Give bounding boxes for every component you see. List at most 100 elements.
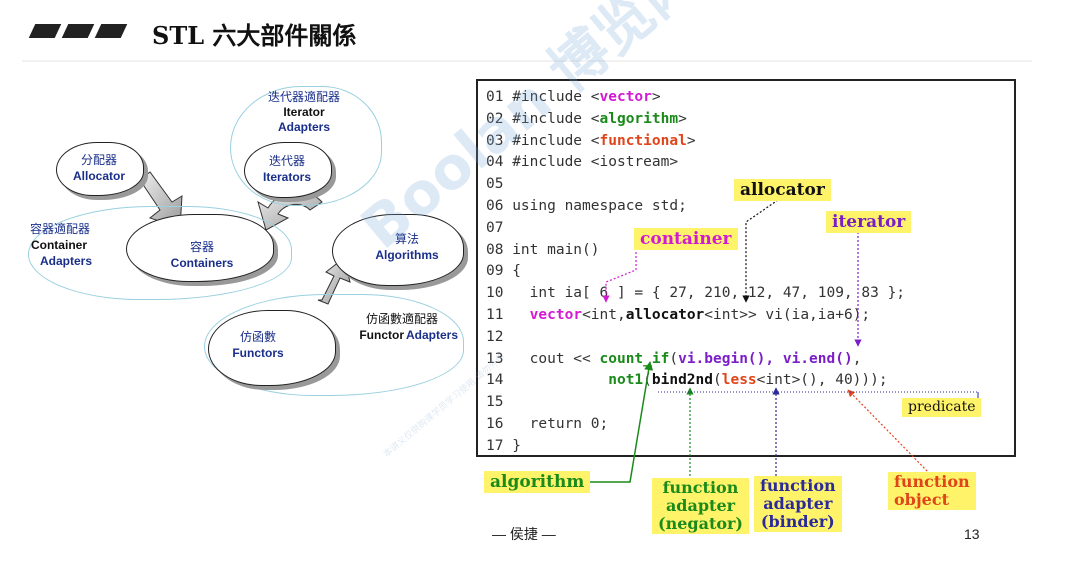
- code-line: 07: [486, 220, 512, 236]
- iterators-en: Iterators: [262, 170, 312, 184]
- code-token: #include <iostream>: [512, 154, 679, 171]
- iterators-zh: 迭代器: [268, 154, 305, 168]
- container-adapters-zh: 容器適配器: [29, 222, 90, 236]
- code-token: int ia[ 6 ] = { 27, 210, 12, 47, 109, 83…: [512, 285, 906, 302]
- line-number: 04: [486, 154, 513, 171]
- code-line: 15: [486, 394, 512, 410]
- containers-zh: 容器: [189, 240, 214, 254]
- algorithms-zh: 算法: [394, 232, 419, 246]
- line-number: 03: [486, 132, 513, 149]
- functors-en: Functors: [232, 346, 284, 360]
- code-token: }: [512, 437, 521, 454]
- code-token: <int>(), 40)));: [756, 372, 888, 389]
- algorithm-annotation: algorithm: [484, 471, 591, 493]
- line-number: 10: [486, 285, 513, 302]
- page-number: 13: [964, 526, 980, 542]
- code-listing: 01 #include <vector> 02 #include <algori…: [486, 87, 905, 458]
- line-number: 11: [486, 306, 513, 323]
- allocator-zh: 分配器: [80, 153, 117, 167]
- line-number: 05: [486, 176, 513, 193]
- code-token: >: [678, 110, 687, 127]
- code-line: 13 cout << count_if(vi.begin(), vi.end()…: [486, 351, 861, 367]
- line-number: 13: [486, 350, 513, 367]
- code-line: 03 #include <functional>: [486, 133, 696, 149]
- binder-annotation: function adapter (binder): [754, 476, 842, 532]
- code-token: functional: [599, 132, 687, 149]
- page-title: STL 六大部件關係: [152, 21, 357, 50]
- title-decoration: [28, 24, 128, 38]
- code-token: not1: [608, 372, 644, 389]
- line-number: 09: [486, 263, 513, 280]
- stl-components-diagram: 迭代器適配器 Iterator Adapters 迭代器 Iterators 分…: [22, 78, 472, 398]
- code-token: ,: [852, 350, 862, 367]
- code-line: 11 vector<int,allocator<int>> vi(ia,ia+6…: [486, 307, 870, 323]
- code-token: vi.begin(), vi.end(): [678, 350, 853, 367]
- code-token: vector: [599, 89, 652, 105]
- functor-adapters-zh: 仿函數適配器: [365, 312, 438, 326]
- code-line: 08 int main(): [486, 242, 600, 258]
- line-number: 15: [486, 394, 513, 411]
- code-line: 04 #include <iostream>: [486, 154, 678, 170]
- code-line: 16 return 0;: [486, 416, 608, 432]
- code-token: >: [686, 132, 696, 149]
- code-token: cout <<: [512, 350, 600, 367]
- line-number: 06: [486, 197, 513, 214]
- line-number: 07: [486, 219, 513, 236]
- code-line: 01 #include <vector>: [486, 89, 661, 105]
- code-line: 14 not1(bind2nd(less<int>(), 40)));: [486, 372, 888, 388]
- author-footer: — 侯捷 —: [492, 526, 556, 542]
- negator-annotation: function adapter (negator): [652, 478, 749, 534]
- code-token: count_if: [599, 350, 670, 367]
- iterator-adapters-zh: 迭代器適配器: [267, 90, 340, 104]
- code-token: int main(): [512, 241, 600, 258]
- line-number: 12: [486, 328, 513, 345]
- code-token: #include <: [512, 132, 600, 149]
- code-token: (: [643, 372, 652, 389]
- code-token: #include <: [512, 110, 600, 127]
- code-token: return 0;: [512, 415, 609, 432]
- iterator-adapters-en1: Iterator: [283, 105, 325, 119]
- function-object-annotation: function object: [888, 472, 976, 510]
- code-token: bind2nd: [651, 372, 713, 389]
- code-token: #include <: [512, 89, 600, 105]
- code-line: 06 using namespace std;: [486, 198, 687, 214]
- code-token: <int,: [582, 306, 626, 323]
- header-divider: [22, 60, 1032, 62]
- algorithms-en: Algorithms: [375, 248, 439, 262]
- functor-adapters-en1: Functor: [359, 328, 404, 342]
- allocator-en: Allocator: [72, 169, 125, 183]
- container-adapters-en2: Adapters: [39, 254, 92, 268]
- code-token: (: [713, 372, 722, 389]
- line-number: 17: [486, 437, 513, 454]
- container-adapters-en1: Container: [30, 238, 87, 252]
- code-token: <int>> vi(ia,ia+6);: [704, 306, 871, 323]
- line-number: 02: [486, 110, 513, 127]
- code-line: 09 {: [486, 263, 521, 279]
- code-token: algorithm: [599, 110, 679, 127]
- allocator-annotation: allocator: [734, 179, 831, 201]
- functors-zh: 仿函數: [239, 330, 276, 344]
- code-line: 05: [486, 176, 512, 192]
- line-number: 01: [486, 89, 513, 105]
- containers-en: Containers: [170, 256, 234, 270]
- code-line: 12: [486, 329, 512, 345]
- line-number: 08: [486, 241, 513, 258]
- code-token: allocator: [625, 306, 705, 323]
- code-token: >: [651, 89, 661, 105]
- code-token: {: [512, 263, 521, 280]
- code-token: using namespace std;: [512, 197, 687, 214]
- functor-adapters-en2: Adapters: [406, 328, 459, 342]
- code-token: less: [721, 372, 757, 389]
- code-token: vector: [529, 306, 583, 323]
- code-token: (: [669, 350, 679, 367]
- iterator-adapters-en2: Adapters: [277, 120, 330, 134]
- code-line: 17 }: [486, 438, 521, 454]
- iterator-annotation: iterator: [826, 211, 912, 233]
- line-number: 16: [486, 415, 513, 432]
- code-line: 10 int ia[ 6 ] = { 27, 210, 12, 47, 109,…: [486, 285, 905, 301]
- line-number: 14: [486, 372, 513, 389]
- slide-header: STL 六大部件關係: [0, 0, 1072, 70]
- container-annotation: container: [634, 228, 738, 250]
